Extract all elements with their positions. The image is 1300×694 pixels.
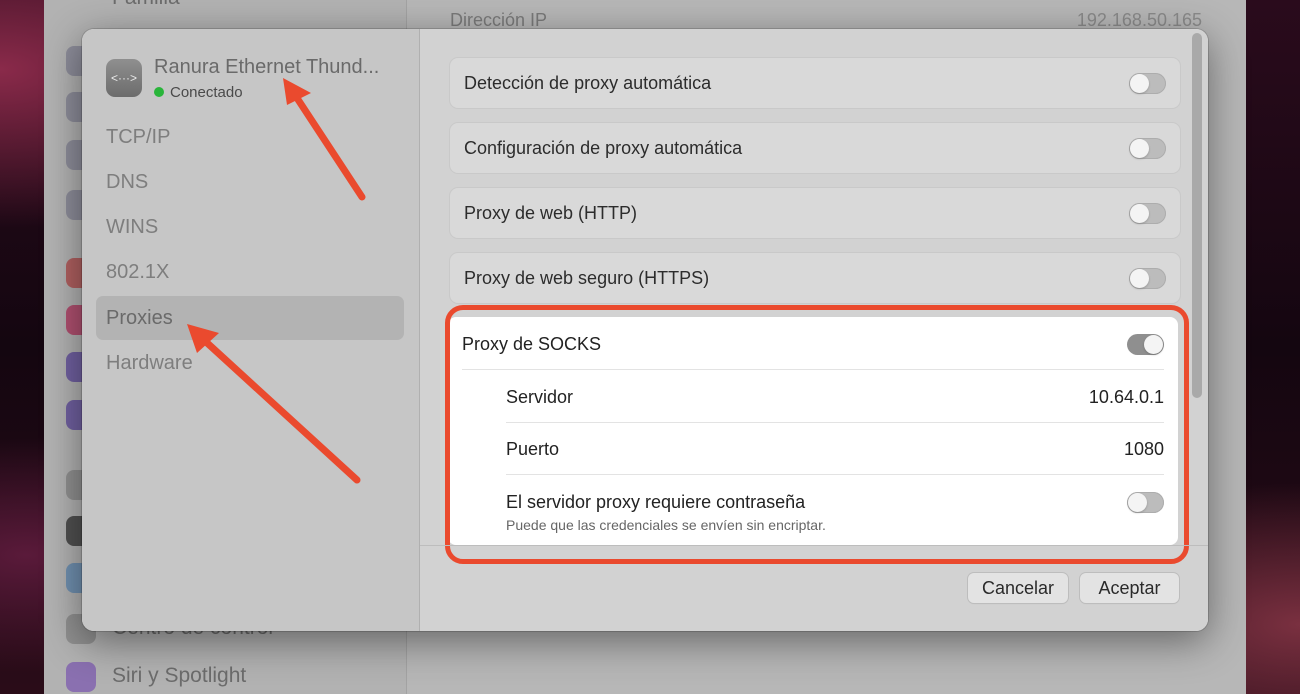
arrow-to-proxies-icon xyxy=(187,324,361,484)
arrow-to-interface-icon xyxy=(283,78,366,201)
annotation-arrows xyxy=(187,78,366,484)
